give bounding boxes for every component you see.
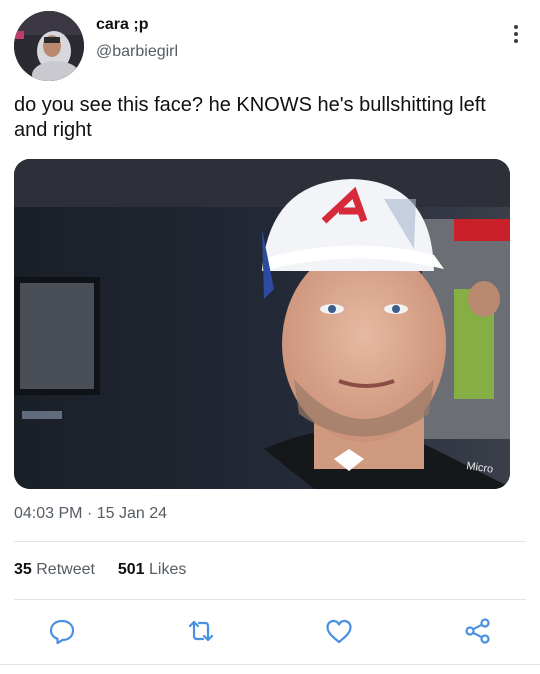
tweet-image[interactable]: Micro: [14, 159, 510, 489]
tweet-timestamp[interactable]: 04:03 PM · 15 Jan 24: [14, 505, 167, 523]
tweet-stats: 35 Retweet 501 Likes: [14, 561, 186, 579]
avatar[interactable]: [14, 11, 84, 81]
likes-stat[interactable]: 501 Likes: [118, 561, 187, 578]
tweet-date: 15 Jan 24: [96, 505, 167, 522]
retweet-count: 35: [14, 561, 32, 578]
share-icon[interactable]: [463, 616, 493, 646]
retweet-stat[interactable]: 35 Retweet: [14, 561, 99, 578]
divider: [0, 664, 540, 665]
tweet-time: 04:03 PM: [14, 505, 83, 522]
tweet-text: do you see this face? he KNOWS he's bull…: [14, 94, 486, 141]
tweet-header: cara ;p @barbiegirl: [14, 11, 526, 83]
likes-count: 501: [117, 561, 145, 578]
author-name[interactable]: cara ;p: [96, 16, 148, 34]
more-vertical-icon[interactable]: [512, 25, 520, 47]
timestamp-separator: ·: [86, 505, 93, 522]
divider: [14, 541, 526, 542]
likes-label: Likes: [149, 561, 187, 578]
retweet-icon[interactable]: [186, 616, 216, 646]
retweet-label: Retweet: [36, 561, 95, 578]
heart-icon[interactable]: [324, 616, 354, 646]
reply-icon[interactable]: [47, 616, 77, 646]
divider: [14, 599, 526, 600]
author-handle[interactable]: @barbiegirl: [96, 43, 178, 61]
action-bar: [0, 616, 540, 648]
